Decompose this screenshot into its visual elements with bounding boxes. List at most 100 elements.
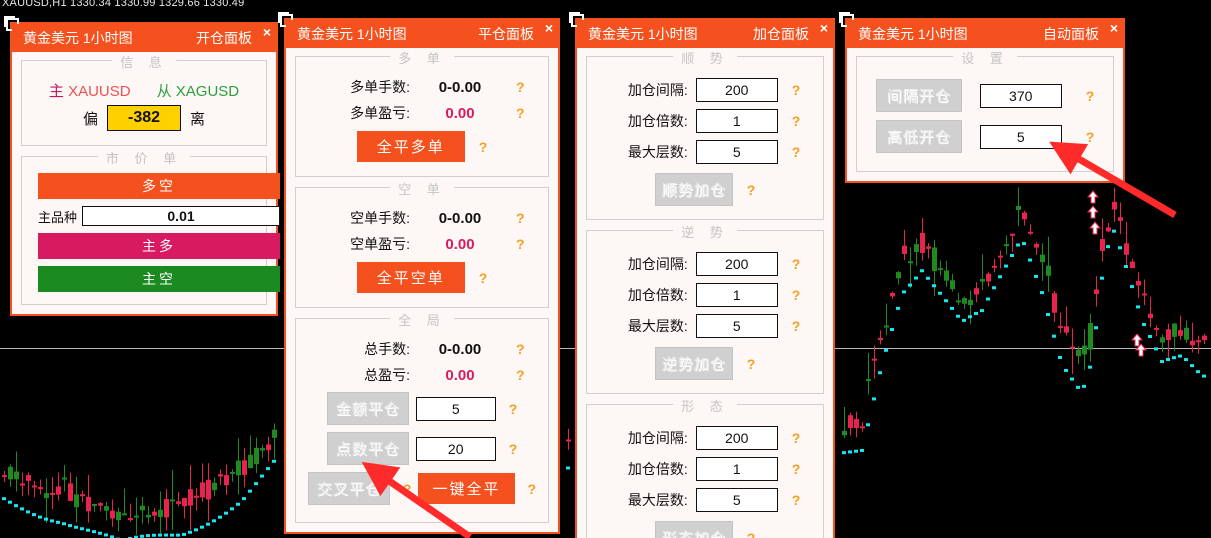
main-symbol: 主 XAUUSD [49, 80, 131, 101]
short-lots-row: 空单手数: 0-0.00 ? [302, 208, 542, 228]
counter-interval-input[interactable] [695, 252, 778, 276]
short-orders-group: 空 单 空单手数: 0-0.00 ? 空单盈亏: 0.00 ? 全平空单 ? [295, 179, 549, 308]
help-icon[interactable]: ? [747, 182, 756, 198]
addpos-panel-titlebar[interactable]: 黄金美元 1小时图 加仓面板 × [577, 20, 833, 48]
total-lots-label: 总手数: [364, 341, 410, 357]
close-all-short-button[interactable]: 全平空单 [356, 262, 465, 293]
help-icon[interactable]: ? [792, 287, 801, 303]
total-pnl-value: 0.00 [445, 366, 475, 384]
counter-trend-add-button[interactable]: 逆势加仓 [654, 347, 733, 380]
main-lot-cell: 主品种 [38, 206, 281, 226]
long-pnl-row: 多单盈亏: 0.00 ? [302, 103, 542, 123]
help-icon[interactable]: ? [792, 144, 801, 160]
pattern-maxlayer-label: 最大层数: [627, 492, 688, 508]
help-icon[interactable]: ? [403, 481, 412, 497]
auto-panel-body: 设 置 间隔开仓 ? 高低开仓 ? [847, 48, 1123, 181]
short-lots-value: 0-0.00 [438, 209, 482, 227]
help-icon[interactable]: ? [509, 401, 518, 417]
open-position-panel[interactable]: 黄金美元 1小时图 开仓面板 × 信 息 主 XAUUSD 从 XAGUSD 偏… [4, 16, 541, 316]
close-icon[interactable]: × [820, 21, 828, 35]
help-icon[interactable]: ? [516, 341, 525, 357]
close-panel-subtitle: 平仓面板 [478, 26, 534, 42]
trend-interval-row: 加仓间隔: ? [593, 78, 817, 102]
trend-interval-input[interactable] [695, 78, 778, 102]
help-icon[interactable]: ? [479, 270, 488, 286]
close-by-points-button[interactable]: 点数平仓 [326, 432, 409, 465]
global-close-group: 全 局 总手数: 0-0.00 ? 总盈亏: 0.00 ? 金额平仓 ? [295, 310, 549, 523]
short-pnl-label: 空单盈亏: [350, 236, 410, 252]
total-pnl-label: 总盈亏: [364, 367, 410, 383]
counter-maxlayer-input[interactable] [695, 314, 778, 338]
trend-maxlayer-input[interactable] [695, 140, 778, 164]
help-icon[interactable]: ? [516, 236, 525, 252]
global-close-group-title: 全 局 [390, 310, 454, 329]
close-position-panel[interactable]: 黄金美元 1小时图 平仓面板 × 多 单 多单手数: 0-0.00 ? 多单盈亏… [278, 12, 560, 534]
deviation-right-label: 离 [190, 110, 206, 128]
pattern-interval-input[interactable] [695, 426, 778, 450]
help-icon[interactable]: ? [1086, 129, 1095, 145]
help-icon[interactable]: ? [792, 492, 801, 508]
main-long-button[interactable]: 主多 [38, 233, 281, 259]
counter-multiple-input[interactable] [695, 283, 778, 307]
close-all-long-button[interactable]: 全平多单 [356, 131, 465, 162]
help-icon[interactable]: ? [792, 318, 801, 334]
close-icon[interactable]: × [545, 21, 553, 35]
pattern-add-group: 形 态 加仓间隔: ? 加仓倍数: ? 最大层数: ? 形态加仓 [586, 396, 824, 538]
pattern-maxlayer-input[interactable] [695, 488, 778, 512]
short-lots-label: 空单手数: [350, 210, 410, 226]
help-icon[interactable]: ? [792, 82, 801, 98]
interval-open-input[interactable] [979, 83, 1062, 108]
trend-maxlayer-row: 最大层数: ? [593, 140, 817, 164]
one-click-close-all-button[interactable]: 一键全平 [418, 473, 515, 504]
highlow-open-button[interactable]: 高低开仓 [875, 120, 962, 153]
cross-close-button[interactable]: 交叉平仓 [307, 472, 390, 505]
trend-add-button[interactable]: 顺势加仓 [654, 173, 733, 206]
help-icon[interactable]: ? [516, 210, 525, 226]
help-icon[interactable]: ? [516, 79, 525, 95]
trend-multiple-label: 加仓倍数: [627, 113, 688, 129]
help-icon[interactable]: ? [747, 530, 756, 538]
long-lots-value: 0-0.00 [438, 78, 482, 96]
short-close-action-row: 全平空单 ? [302, 262, 542, 293]
points-close-row: 点数平仓 ? [302, 432, 542, 465]
auto-panel-titlebar[interactable]: 黄金美元 1小时图 自动面板 × [847, 20, 1123, 48]
highlow-open-input[interactable] [979, 124, 1062, 149]
close-by-amount-input[interactable] [415, 396, 496, 421]
pattern-multiple-row: 加仓倍数: ? [593, 457, 817, 481]
close-panel-title: 黄金美元 1小时图 [297, 26, 407, 42]
long-short-button[interactable]: 多空 [38, 173, 281, 199]
open-panel-titlebar[interactable]: 黄金美元 1小时图 开仓面板 × [12, 24, 276, 52]
interval-open-button[interactable]: 间隔开仓 [875, 79, 962, 112]
help-icon[interactable]: ? [479, 139, 488, 155]
help-icon[interactable]: ? [516, 367, 525, 383]
total-lots-row: 总手数: 0-0.00 ? [302, 339, 542, 359]
help-icon[interactable]: ? [1086, 88, 1095, 104]
counter-trend-add-group-title: 逆 势 [673, 222, 737, 241]
pattern-multiple-input[interactable] [695, 457, 778, 481]
close-by-amount-button[interactable]: 金额平仓 [326, 392, 409, 425]
main-short-button[interactable]: 主空 [38, 266, 281, 292]
auto-trading-panel[interactable]: 黄金美元 1小时图 自动面板 × 设 置 间隔开仓 ? 高低开仓 ? [839, 12, 1125, 183]
help-icon[interactable]: ? [509, 441, 518, 457]
close-by-points-input[interactable] [415, 436, 496, 461]
help-icon[interactable]: ? [792, 256, 801, 272]
close-icon[interactable]: × [1110, 21, 1118, 35]
main-lot-input[interactable] [82, 206, 281, 226]
help-icon[interactable]: ? [516, 105, 525, 121]
help-icon[interactable]: ? [792, 461, 801, 477]
help-icon[interactable]: ? [792, 113, 801, 129]
close-icon[interactable]: × [263, 25, 271, 39]
help-icon[interactable]: ? [747, 356, 756, 372]
auto-settings-group: 设 置 间隔开仓 ? 高低开仓 ? [856, 48, 1114, 172]
long-orders-group: 多 单 多单手数: 0-0.00 ? 多单盈亏: 0.00 ? 全平多单 ? [295, 48, 549, 177]
pattern-add-button[interactable]: 形态加仓 [654, 521, 733, 538]
help-icon[interactable]: ? [528, 481, 537, 497]
deviation-value: -382 [106, 105, 182, 131]
short-pnl-row: 空单盈亏: 0.00 ? [302, 234, 542, 254]
highlow-open-row: 高低开仓 ? [863, 120, 1107, 153]
help-icon[interactable]: ? [792, 430, 801, 446]
trend-multiple-input[interactable] [695, 109, 778, 133]
close-panel-titlebar[interactable]: 黄金美元 1小时图 平仓面板 × [286, 20, 558, 48]
add-position-panel[interactable]: 黄金美元 1小时图 加仓面板 × 顺 势 加仓间隔: ? 加仓倍数: ? 最大层… [569, 12, 835, 538]
screen-root: XAUUSD,H1 1330.34 1330.99 1329.66 1330.4… [0, 0, 1211, 538]
